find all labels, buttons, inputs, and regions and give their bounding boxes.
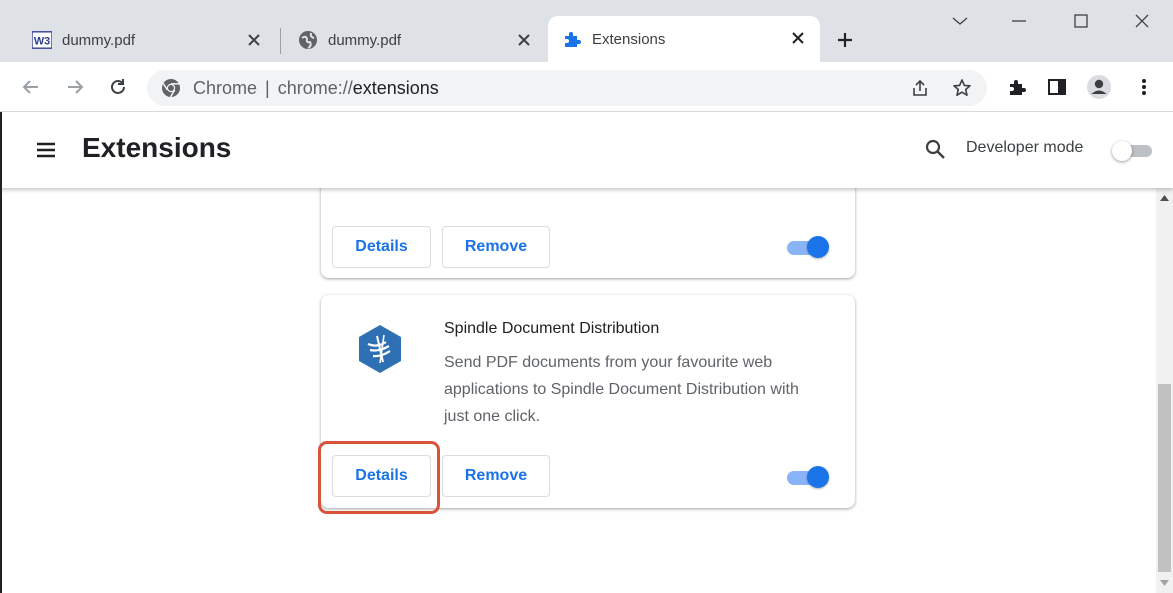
scroll-down-arrow-icon[interactable] bbox=[1156, 575, 1173, 591]
scroll-up-arrow-icon[interactable] bbox=[1156, 190, 1173, 206]
toggle-knob bbox=[807, 236, 829, 258]
spindle-logo-icon bbox=[353, 322, 407, 376]
close-icon[interactable] bbox=[1122, 6, 1162, 36]
site-label: Chrome bbox=[193, 77, 258, 98]
tab-title: dummy.pdf bbox=[62, 31, 136, 49]
toggle-knob bbox=[807, 466, 829, 488]
search-icon[interactable] bbox=[924, 138, 948, 162]
tab-title: Extensions bbox=[592, 30, 666, 48]
scrollbar-thumb[interactable] bbox=[1158, 384, 1171, 572]
tab-extensions[interactable]: Extensions bbox=[548, 16, 820, 62]
star-icon[interactable] bbox=[949, 75, 975, 101]
extension-card: Details Remove bbox=[321, 188, 855, 278]
extensions-list: Details Remove Spindle Document Distribu… bbox=[0, 188, 1156, 593]
tab-dummy-pdf-1[interactable]: W3 dummy.pdf bbox=[18, 18, 276, 62]
url-host: extensions bbox=[352, 77, 439, 98]
omnibox-separator: | bbox=[265, 77, 270, 98]
svg-text:W3: W3 bbox=[34, 36, 50, 48]
share-icon[interactable] bbox=[907, 75, 933, 101]
remove-button[interactable]: Remove bbox=[442, 455, 550, 497]
close-tab-icon[interactable] bbox=[244, 30, 264, 50]
reload-icon[interactable] bbox=[105, 74, 131, 100]
kebab-menu-icon[interactable] bbox=[1131, 74, 1157, 100]
extension-description: Send PDF documents from your favourite w… bbox=[444, 354, 799, 425]
extensions-header: Extensions Developer mode bbox=[0, 112, 1173, 188]
extension-enable-toggle[interactable] bbox=[787, 465, 831, 489]
w3schools-icon: W3 bbox=[32, 30, 52, 50]
tab-title: dummy.pdf bbox=[328, 31, 402, 49]
close-tab-icon[interactable] bbox=[788, 28, 808, 48]
browser-toolbar: Chrome | chrome:// extensions bbox=[0, 62, 1173, 112]
developer-mode-toggle[interactable] bbox=[1112, 141, 1154, 161]
page-title: Extensions bbox=[82, 132, 232, 163]
maximize-icon[interactable] bbox=[1061, 6, 1101, 36]
tab-strip: W3 dummy.pdf dummy.pdf Extensions bbox=[0, 0, 1173, 62]
window-edge bbox=[0, 112, 2, 593]
globe-icon bbox=[298, 30, 318, 50]
puzzle-icon bbox=[562, 29, 582, 49]
minimize-icon[interactable] bbox=[999, 6, 1039, 36]
address-bar[interactable]: Chrome | chrome:// extensions bbox=[147, 70, 987, 106]
remove-button[interactable]: Remove bbox=[442, 226, 550, 268]
vertical-scrollbar[interactable] bbox=[1156, 188, 1173, 593]
close-tab-icon[interactable] bbox=[514, 30, 534, 50]
url-scheme: chrome:// bbox=[277, 77, 353, 98]
developer-mode-label: Developer mode bbox=[966, 139, 1084, 156]
extension-name: Spindle Document Distribution bbox=[444, 320, 660, 337]
hamburger-menu-icon[interactable] bbox=[34, 138, 60, 162]
extensions-icon[interactable] bbox=[1004, 74, 1030, 100]
chrome-logo-icon bbox=[161, 78, 181, 98]
profile-icon[interactable] bbox=[1086, 74, 1112, 100]
forward-arrow-icon[interactable] bbox=[62, 74, 88, 100]
extension-enable-toggle[interactable] bbox=[787, 235, 831, 259]
new-tab-icon[interactable] bbox=[832, 27, 858, 53]
tab-separator bbox=[280, 28, 281, 54]
toggle-knob bbox=[1112, 141, 1132, 161]
chevron-down-icon[interactable] bbox=[940, 6, 980, 36]
side-panel-icon[interactable] bbox=[1044, 74, 1070, 100]
highlight-box bbox=[318, 441, 440, 514]
back-arrow-icon[interactable] bbox=[18, 74, 44, 100]
details-button[interactable]: Details bbox=[332, 226, 431, 268]
tab-dummy-pdf-2[interactable]: dummy.pdf bbox=[284, 18, 546, 62]
